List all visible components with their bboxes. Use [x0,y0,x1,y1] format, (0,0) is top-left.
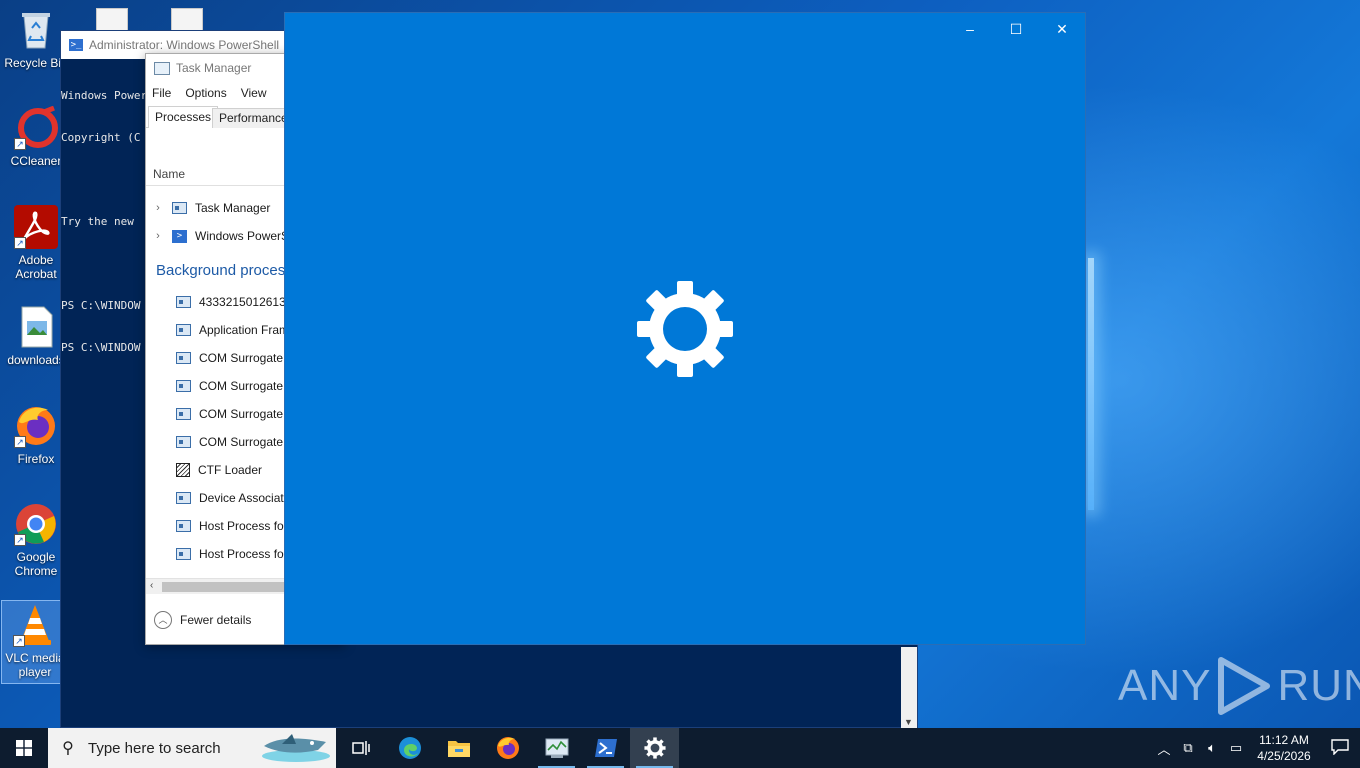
notification-icon [1331,738,1349,756]
settings-gear-icon [643,737,666,759]
firefox-icon: ↗ [14,404,58,448]
menu-file[interactable]: File [152,86,171,100]
process-name: Host Process for [199,519,288,533]
scroll-down-icon[interactable]: ▼ [904,717,913,727]
powershell-icon: > [172,229,187,243]
menu-view[interactable]: View [241,86,267,100]
task-manager-icon [172,202,187,214]
process-icon [176,492,191,504]
anyrun-watermark: ANY RUN [1118,656,1360,716]
play-logo-icon [1218,657,1271,715]
search-highlight-art-icon [262,734,330,762]
clock-time: 11:12 AM [1259,733,1309,747]
tab-performance[interactable]: Performance [212,108,295,128]
process-name: Task Manager [195,201,271,215]
firefox-icon [496,737,519,759]
shortcut-arrow-icon: ↗ [14,534,26,546]
volume-icon[interactable]: 🔈︎ [1200,740,1224,756]
process-icon [176,520,191,532]
windows-logo-icon [16,740,32,756]
fewer-details-label: Fewer details [180,613,252,627]
recycle-bin-icon [14,8,58,52]
process-name: CTF Loader [198,463,263,477]
gear-icon [637,281,733,377]
menu-options[interactable]: Options [185,86,226,100]
process-icon [176,548,191,560]
taskbar: ⚲ Type here to search ︿ ⧉ 🔈︎ ▭ 11:12 AM … [0,728,1360,768]
process-icon [176,324,191,336]
scroll-left-icon[interactable]: ‹ [150,580,153,591]
task-view-button[interactable] [336,728,385,768]
ccleaner-icon: ↗ [14,105,58,150]
powershell-scrollbar[interactable]: ▼ [901,647,917,729]
image-file-icon [14,305,58,349]
process-icon [176,436,191,448]
powershell-title: Administrator: Windows PowerShell [89,38,280,52]
expand-chevron-icon[interactable]: › [148,202,168,214]
close-button[interactable]: ✕ [1039,13,1085,45]
wallpaper-light-beam [1088,258,1094,510]
chevron-up-icon[interactable]: ︿ [1152,739,1176,758]
edge-icon [398,737,421,759]
powershell-icon: >_ [69,39,83,51]
ctf-loader-icon [176,463,190,477]
search-placeholder: Type here to search [88,739,221,757]
taskbar-clock[interactable]: 11:12 AM 4/25/2026 [1248,732,1320,764]
adobe-acrobat-icon: ↗ [14,205,58,249]
chrome-icon: ↗ [14,502,58,546]
taskbar-file-explorer[interactable] [434,728,483,768]
process-name: COM Surrogate [199,379,284,393]
process-icon [176,408,191,420]
taskbar-task-manager[interactable] [532,728,581,768]
task-manager-icon [545,738,568,758]
minimize-button[interactable]: – [947,13,993,45]
chevron-up-icon: ︿ [154,611,172,629]
watermark-text-right: RUN [1277,661,1360,710]
desktop-icon-label: VLC media player [5,651,65,679]
process-icon [176,296,191,308]
taskbar-settings[interactable] [630,728,679,768]
taskbar-powershell[interactable] [581,728,630,768]
process-name: Host Process for [199,547,288,561]
process-icon [176,352,191,364]
expand-chevron-icon[interactable]: › [148,230,168,242]
process-name: COM Surrogate [199,407,284,421]
shortcut-arrow-icon: ↗ [13,635,25,647]
taskbar-firefox[interactable] [483,728,532,768]
notifications-button[interactable] [1320,738,1360,758]
window-controls: – ☐ ✕ [947,13,1085,45]
process-icon [176,380,191,392]
settings-window[interactable]: – ☐ ✕ [284,12,1086,645]
folder-icon [447,741,470,757]
process-name: COM Surrogate [199,435,284,449]
search-icon: ⚲ [62,740,74,757]
shortcut-arrow-icon: ↗ [14,436,26,448]
shortcut-arrow-icon: ↗ [14,138,26,150]
task-view-icon [351,741,370,755]
maximize-button[interactable]: ☐ [993,13,1039,45]
start-button[interactable] [0,728,48,768]
task-manager-icon [154,61,170,75]
process-name: COM Surrogate [199,351,284,365]
vlc-desktop-icon[interactable]: ↗ VLC media player [1,600,69,684]
watermark-text-left: ANY [1118,661,1212,710]
system-tray: ︿ ⧉ 🔈︎ ▭ 11:12 AM 4/25/2026 [1152,728,1360,768]
vlc-cone-icon: ↗ [13,603,57,647]
powershell-icon [594,739,617,757]
taskbar-search-box[interactable]: ⚲ Type here to search [48,728,336,768]
shortcut-arrow-icon: ↗ [14,237,26,249]
clock-date: 4/25/2026 [1257,749,1311,763]
task-manager-title: Task Manager [176,61,252,75]
tab-processes[interactable]: Processes [148,106,219,128]
taskbar-edge[interactable] [385,728,434,768]
meet-now-icon[interactable]: ⧉ [1176,740,1200,756]
network-icon[interactable]: ▭ [1224,740,1248,756]
